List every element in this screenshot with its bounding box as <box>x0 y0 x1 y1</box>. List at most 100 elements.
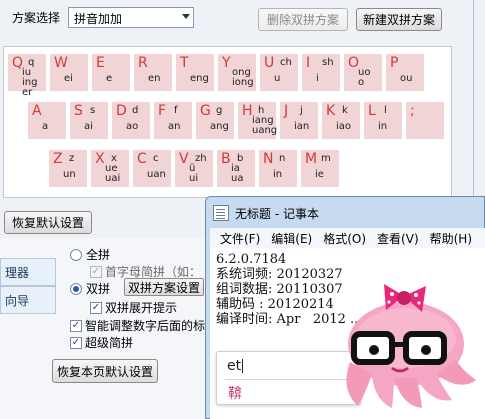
keyboard-key[interactable]: Qq iu ing er <box>8 54 46 98</box>
ime-divider <box>225 379 354 380</box>
key-final: ang <box>210 121 229 132</box>
text-line: 6.2.0.7184 <box>216 252 287 267</box>
key-final: a <box>42 121 49 132</box>
ime-candidate[interactable]: 鞥 <box>228 383 242 403</box>
delete-scheme-button[interactable]: 删除双拼方案 <box>258 8 348 31</box>
key-initial: j <box>300 105 303 116</box>
keyboard-key[interactable]: Aa <box>28 102 66 139</box>
sidebar-item-wizard[interactable]: 向导 <box>0 286 56 314</box>
input-settings-panel: 理器 向导 全拼 ✓ 首字母简拼（如： 双拼 双拼方案设置 ✓ 双拼展开提示 ✓… <box>0 238 215 419</box>
checkbox-icon[interactable]: ✓ <box>70 336 82 349</box>
key-final: ou <box>400 73 413 84</box>
menu-item-view[interactable]: 查看(V) <box>377 230 419 247</box>
new-scheme-button[interactable]: 新建双拼方案 <box>356 8 442 31</box>
key-final: in <box>273 169 283 180</box>
keyboard-key[interactable]: Teng <box>176 54 214 91</box>
keyboard-key[interactable]: Ouo o <box>344 54 382 91</box>
shuangpin-scheme-button[interactable]: 双拼方案设置 <box>124 278 204 296</box>
menu-item-help[interactable]: 帮助(H) <box>430 230 472 247</box>
key-letter: I <box>306 55 311 71</box>
key-initial: s <box>90 105 96 116</box>
keyboard-key[interactable]: Ee <box>92 54 130 91</box>
checkbox-icon[interactable]: ✓ <box>90 301 102 314</box>
keyboard-key[interactable]: Zz un <box>49 150 87 187</box>
key-letter: P <box>390 55 399 71</box>
key-letter: V <box>179 151 189 167</box>
keyboard-key[interactable]: Yong iong <box>218 54 256 91</box>
key-initial: zh <box>195 153 207 164</box>
scheme-select-label: 方案选择 <box>12 11 61 25</box>
key-final: ian <box>294 121 310 132</box>
ime-composition: et <box>227 358 244 374</box>
radio-icon[interactable] <box>70 248 82 261</box>
notepad-title: 无标题 - 记事本 <box>235 206 319 221</box>
keyboard-key[interactable]: Jj ian <box>280 102 318 139</box>
keyboard-key[interactable]: Xx ue uai <box>91 150 129 187</box>
key-letter: S <box>74 103 83 119</box>
sidebar-item-manager[interactable]: 理器 <box>0 258 56 286</box>
notepad-menubar: 文件(F) 编辑(E) 格式(O) 查看(V) 帮助(H) <box>210 228 485 248</box>
key-letter: L <box>368 103 376 119</box>
text-caret <box>242 359 244 373</box>
key-letter: A <box>32 103 42 119</box>
keyboard-key[interactable]: Nn in <box>259 150 297 187</box>
key-letter: B <box>221 151 231 167</box>
full-pinyin-radio[interactable]: 全拼 <box>70 246 110 263</box>
keyboard-key[interactable]: Wei <box>50 54 88 91</box>
scheme-select[interactable]: 拼音加加 <box>68 7 194 28</box>
checkbox-icon[interactable]: ✓ <box>90 265 102 278</box>
key-final: in <box>378 121 388 132</box>
key-final: ui <box>189 173 199 184</box>
key-letter: K <box>326 103 336 119</box>
keyboard-key[interactable]: Ss ai <box>70 102 108 139</box>
key-letter: Z <box>53 151 63 167</box>
keyboard-key[interactable]: Gg ang <box>196 102 234 139</box>
key-final: eng <box>190 73 209 84</box>
keyboard-key[interactable]: Ll in <box>364 102 402 139</box>
shuangpin-keyboard: Qq iu ing er Wei Ee Ren Teng Yong iong Uch u Ish i Ouo… <box>3 46 452 198</box>
super-abbrev-label: 超级简拼 <box>85 336 134 350</box>
smart-adjust-checkbox[interactable]: ✓ 智能调整数字后面的标 <box>70 317 205 334</box>
full-pinyin-label: 全拼 <box>86 248 111 262</box>
super-abbrev-checkbox[interactable]: ✓ 超级简拼 <box>70 334 133 351</box>
keyboard-key[interactable]: Dd ao <box>112 102 150 139</box>
keyboard-key[interactable]: Cc uan <box>133 150 171 187</box>
key-final: i <box>316 73 319 84</box>
shuangpin-radio[interactable]: 双拼 <box>70 280 110 297</box>
key-initial: d <box>132 105 139 116</box>
radio-icon[interactable] <box>70 282 82 295</box>
restore-defaults-button[interactable]: 恢复默认设置 <box>4 211 92 234</box>
key-initial: z <box>69 153 75 164</box>
keyboard-key[interactable]: Ren <box>134 54 172 91</box>
key-letter: W <box>54 55 68 71</box>
keyboard-key[interactable]: Hh iang uang <box>238 102 278 139</box>
keyboard-key[interactable]: Pou <box>386 54 424 91</box>
keyboard-key[interactable]: Mm ie <box>301 150 339 187</box>
key-letter: N <box>263 151 274 167</box>
keyboard-key[interactable]: Uch u <box>260 54 298 91</box>
key-final: ie <box>315 169 324 180</box>
menu-item-edit[interactable]: 编辑(E) <box>271 230 312 247</box>
checkbox-icon[interactable]: ✓ <box>70 319 82 332</box>
text-line: 系统词频: 20120327 <box>216 267 343 282</box>
keyboard-key[interactable]: Vzh ü ui <box>175 150 213 187</box>
chevron-down-icon[interactable] <box>182 14 190 19</box>
keyboard-key[interactable]: Ff an <box>154 102 192 139</box>
key-final: ao <box>126 121 139 132</box>
keyboard-key[interactable]: ; <box>406 102 444 139</box>
menu-item-file[interactable]: 文件(F) <box>220 230 260 247</box>
key-letter: H <box>242 103 253 119</box>
shuangpin-hint-checkbox[interactable]: ✓ 双拼展开提示 <box>90 299 177 316</box>
keyboard-key[interactable]: Kk iao <box>322 102 360 139</box>
sidebar-item-label: 向导 <box>5 294 30 308</box>
restore-page-defaults-button[interactable]: 恢复本页默认设置 <box>52 359 158 383</box>
keyboard-key[interactable]: Ish i <box>302 54 340 91</box>
keyboard-key[interactable]: Bb ia ua <box>217 150 255 187</box>
key-final: uang <box>252 125 278 136</box>
key-final: u <box>274 73 281 84</box>
menu-item-format[interactable]: 格式(O) <box>323 230 366 247</box>
key-final: en <box>148 73 161 84</box>
key-initial: f <box>174 105 178 116</box>
key-letter: D <box>116 103 127 119</box>
notepad-titlebar[interactable]: 无标题 - 记事本 <box>213 202 319 224</box>
